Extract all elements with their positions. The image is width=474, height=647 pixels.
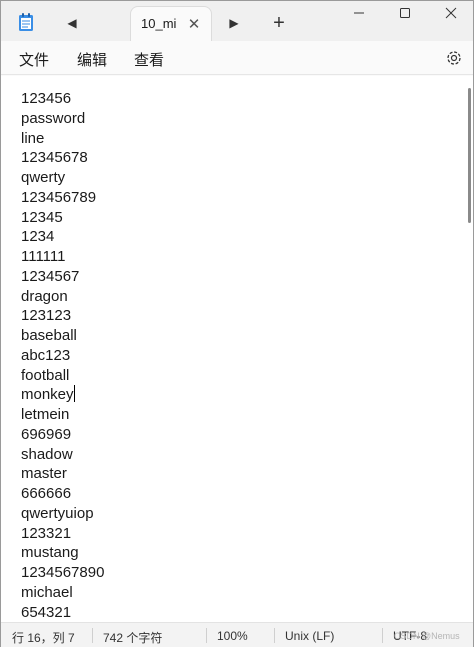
text-line: 696969 [21, 425, 72, 443]
text-editor[interactable]: 123456 password line 12345678 qwerty 12345678… [1, 76, 473, 622]
notepad-icon [18, 12, 34, 32]
text-line: letmein [21, 406, 70, 423]
text-line: football [21, 366, 70, 384]
caret-right-icon[interactable]: ▶ [222, 11, 246, 35]
text-line: 123321 [21, 524, 72, 542]
text-line: 123456 [21, 90, 72, 107]
close-window-icon[interactable] [428, 1, 474, 25]
gear-icon[interactable] [444, 48, 464, 68]
status-bar: 行 16，列 7 742 个字符 100% Unix (LF) UTF-8 CS… [1, 622, 473, 647]
title-bar: ◀ 10_mi ✕ ▶ + [1, 1, 473, 41]
status-char-count: 742 个字符 [103, 631, 163, 645]
menu-edit[interactable]: 编辑 [77, 49, 107, 70]
text-line: master [21, 465, 67, 483]
tab-10-mi[interactable]: 10_mi ✕ [130, 6, 212, 41]
menu-file[interactable]: 文件 [19, 49, 49, 70]
text-line: 666666 [21, 485, 72, 502]
status-divider [92, 628, 93, 643]
text-line: 1234 [21, 228, 55, 246]
watermark: CSDN @Nemus [394, 631, 460, 641]
tab-title: 10_mi [141, 16, 177, 31]
text-line: 1234567 [21, 267, 80, 285]
text-line: line [21, 129, 45, 147]
text-line: mustang [21, 544, 79, 562]
text-line: shadow [21, 445, 73, 463]
text-line: 12345678 [21, 149, 88, 167]
notepad-window: ◀ 10_mi ✕ ▶ + 文件 编辑 查看 123456 password lin… [0, 0, 474, 647]
text-line: michael [21, 583, 73, 601]
text-line: 111111 [21, 248, 66, 265]
close-icon[interactable]: ✕ [183, 14, 205, 34]
text-line: dragon [21, 287, 68, 305]
text-line: qwerty [21, 169, 66, 186]
status-divider [206, 628, 207, 643]
menu-view[interactable]: 查看 [134, 49, 164, 70]
status-divider [274, 628, 275, 643]
maximize-icon[interactable] [382, 1, 428, 25]
text-line: 12345 [21, 208, 63, 226]
menu-bar: 文件 编辑 查看 [1, 41, 473, 75]
text-line: qwertyuiop [21, 504, 94, 522]
text-line: 1234567890 [21, 564, 105, 581]
text-line: password [21, 109, 86, 127]
status-line-ending[interactable]: Unix (LF) [285, 629, 334, 643]
text-line: 123456789 [21, 188, 97, 206]
status-zoom[interactable]: 100% [217, 629, 248, 643]
text-line: abc123 [21, 346, 71, 364]
text-line: 654321 [21, 603, 72, 621]
text-line: baseball [21, 327, 77, 344]
scrollbar-thumb[interactable] [468, 88, 471, 223]
text-line: 123123 [21, 307, 72, 325]
plus-icon[interactable]: + [267, 11, 291, 35]
status-divider [382, 628, 383, 643]
text-caret [73, 385, 75, 403]
text-line: monkey [21, 385, 75, 404]
caret-left-icon[interactable]: ◀ [60, 11, 84, 35]
status-position: 行 16，列 7 [12, 631, 75, 645]
minimize-icon[interactable] [336, 1, 382, 25]
